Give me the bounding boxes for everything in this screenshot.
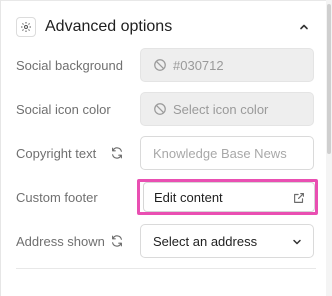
external-link-icon [294, 193, 304, 203]
social-background-label: Social background [16, 57, 123, 73]
row-copyright-text: Copyright text Knowledge Base News [16, 136, 316, 170]
social-icon-color-label: Social icon color [16, 101, 111, 117]
chevron-up-icon[interactable] [296, 19, 312, 35]
sync-icon[interactable] [110, 146, 124, 160]
copyright-text-placeholder: Knowledge Base News [153, 145, 287, 161]
edit-content-label: Edit content [154, 189, 223, 205]
row-custom-footer: Custom footer Edit content [16, 179, 318, 215]
ban-icon [154, 103, 166, 115]
edit-content-button[interactable]: Edit content [143, 182, 315, 212]
gear-icon [16, 17, 36, 37]
section-title: Advanced options [45, 18, 173, 35]
custom-footer-label: Custom footer [16, 189, 98, 205]
social-icon-color-placeholder: Select icon color [173, 101, 269, 117]
social-background-field: #030712 [140, 48, 314, 82]
bottom-divider [16, 268, 316, 269]
scrollbar-thumb[interactable] [327, 4, 331, 154]
section-header[interactable]: Advanced options [16, 15, 316, 39]
advanced-options-panel: Advanced options Social background #0307… [0, 0, 332, 296]
address-select[interactable]: Select an address [140, 224, 314, 258]
address-shown-label: Address shown [16, 233, 105, 249]
row-social-icon-color: Social icon color Select icon color [16, 92, 316, 126]
social-icon-color-field: Select icon color [140, 92, 314, 126]
row-social-background: Social background #030712 [16, 48, 316, 82]
social-background-value: #030712 [173, 57, 224, 73]
chevron-down-icon [293, 239, 301, 245]
address-selected-value: Select an address [153, 233, 258, 249]
top-divider [0, 0, 332, 1]
copyright-text-label: Copyright text [16, 145, 97, 161]
row-address-shown: Address shown Select an address [16, 224, 316, 258]
sync-icon[interactable] [110, 234, 124, 248]
custom-footer-highlight: Edit content [137, 179, 318, 215]
panel-border [0, 0, 1, 296]
ban-icon [154, 59, 166, 71]
copyright-text-input[interactable]: Knowledge Base News [140, 136, 314, 170]
scrollbar[interactable] [326, 0, 332, 296]
